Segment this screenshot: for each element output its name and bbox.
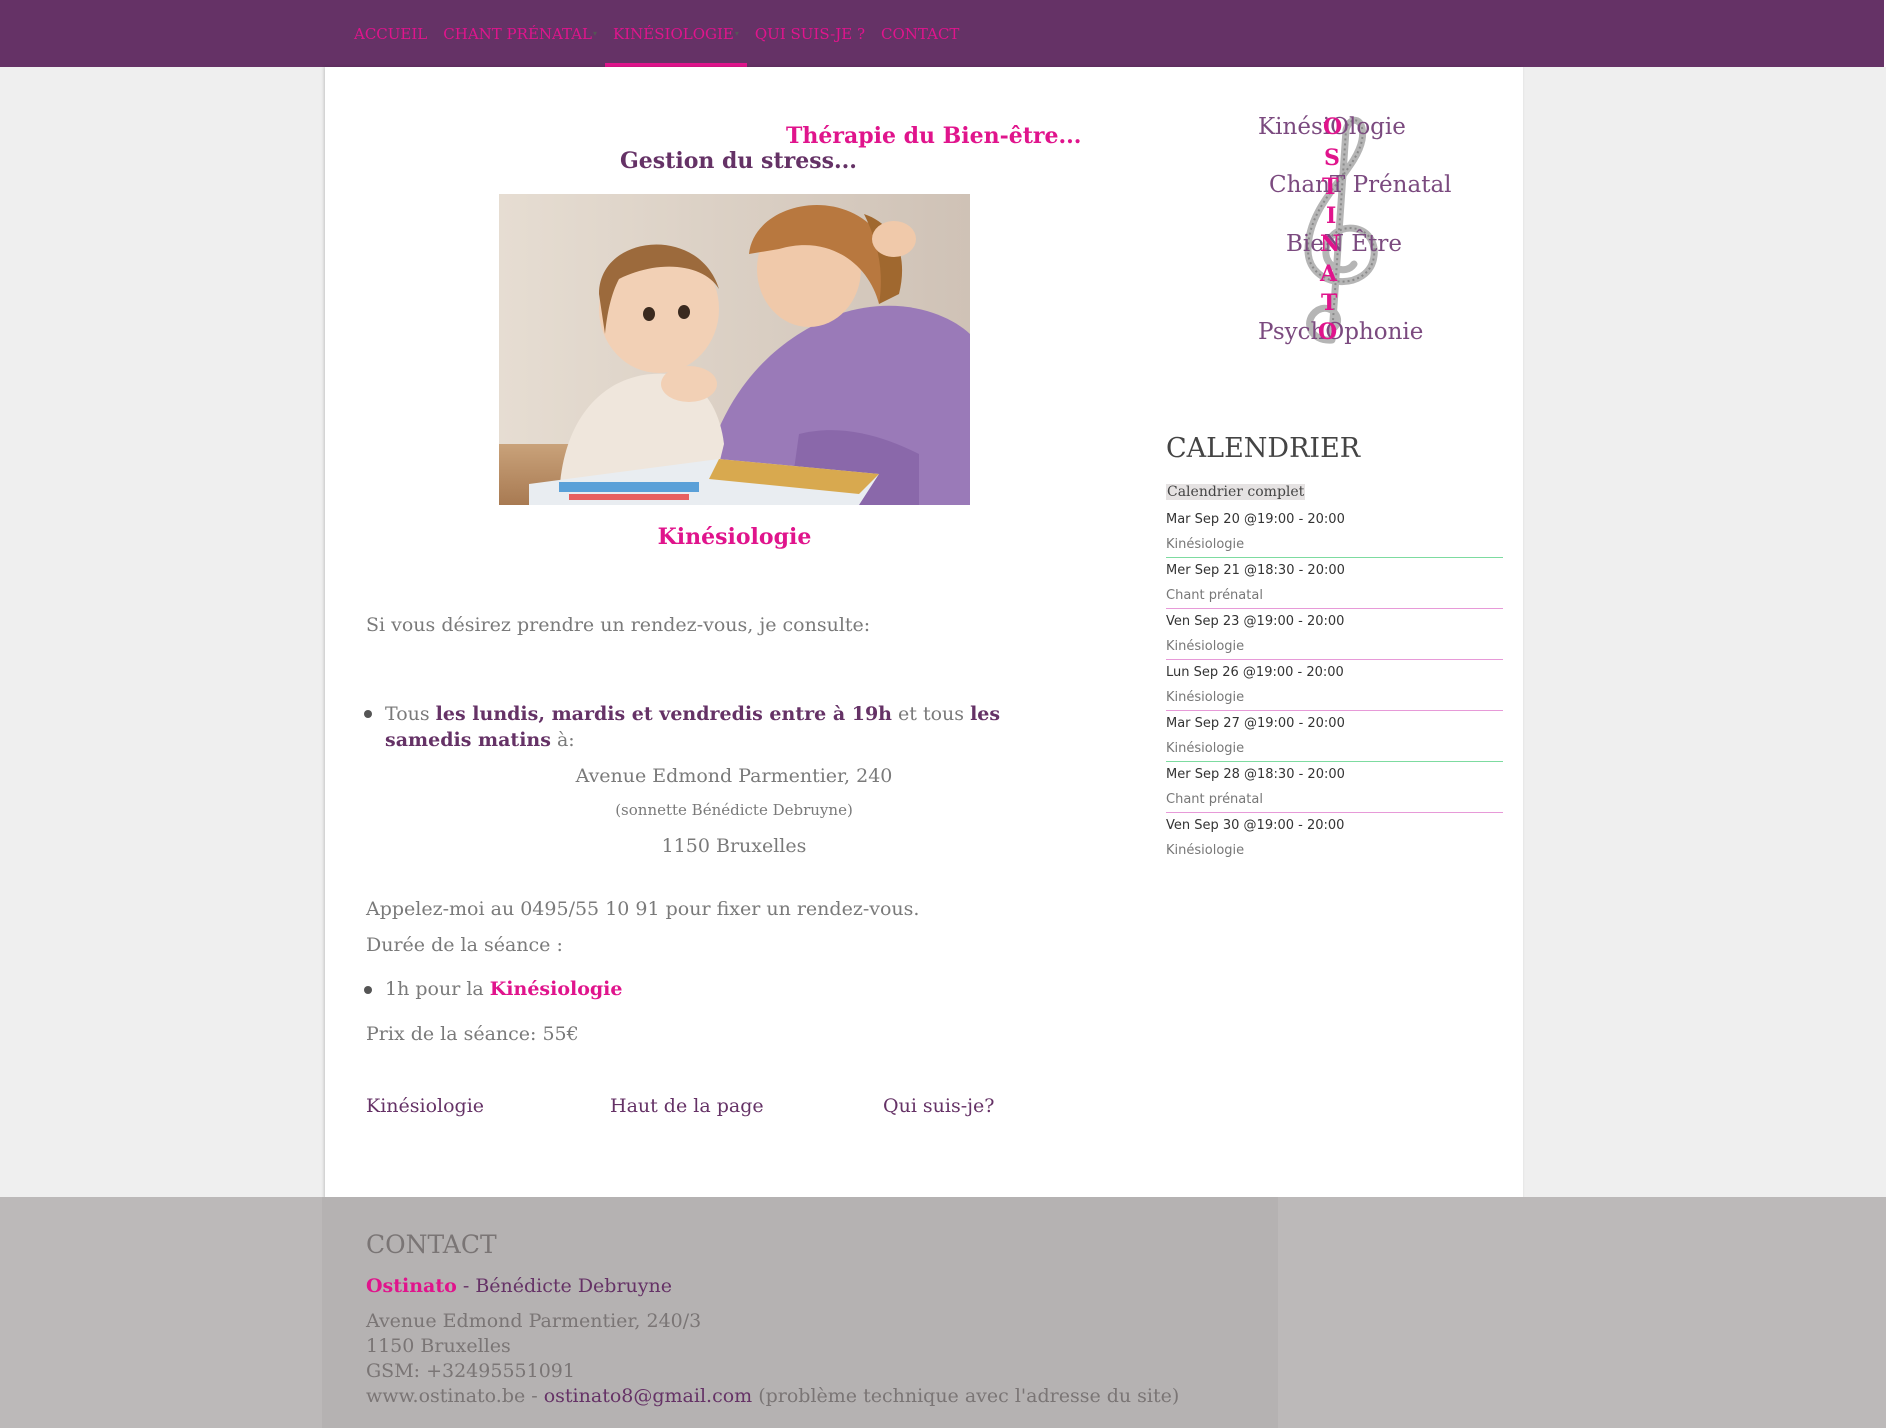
dropdown-caret-icon: ▾ [734, 29, 739, 38]
slogan-therapie: Thérapie du Bien-être... [786, 123, 1082, 149]
logo-letter: T [1322, 174, 1339, 200]
footer-website: www.ostinato.be - [366, 1385, 544, 1407]
calendar-title: CALENDRIER [1166, 433, 1361, 464]
calendar-event-list: Mar Sep 20 @19:00 - 20:00 Kinésiologie M… [1166, 507, 1503, 864]
footer-web-note: (problème technique avec l'adresse du si… [752, 1385, 1180, 1407]
calendar-event[interactable]: Mar Sep 27 @19:00 - 20:00 Kinésiologie [1166, 711, 1503, 762]
duration-kinesiologie: Kinésiologie [489, 978, 623, 1000]
logo-letter: A [1320, 261, 1338, 287]
footer-brand-line: Ostinato - Bénédicte Debruyne [366, 1275, 672, 1297]
nav-item-kinesiologie[interactable]: KINÉSIOLOGIE ▾ [605, 0, 747, 67]
nav-item-qui-suis-je[interactable]: QUI SUIS-JE ? [747, 0, 873, 67]
event-date: Ven Sep 23 @19:00 - 20:00 [1166, 614, 1345, 629]
logo-letter: O [1318, 319, 1338, 345]
event-date: Mer Sep 28 @18:30 - 20:00 [1166, 767, 1345, 782]
logo-letter: O [1323, 114, 1343, 140]
dropdown-caret-icon: ▾ [593, 29, 598, 38]
event-date: Mar Sep 20 @19:00 - 20:00 [1166, 512, 1345, 527]
footer-web-line: www.ostinato.be - ostinato8@gmail.com (p… [366, 1385, 1179, 1407]
nav-item-contact[interactable]: CONTACT [873, 0, 967, 67]
footer-gsm: GSM: +32495551091 [366, 1360, 575, 1382]
nav-item-label: QUI SUIS-JE ? [754, 24, 866, 43]
link-kinesiologie[interactable]: Kinésiologie [366, 1095, 484, 1117]
nav-item-accueil[interactable]: ACCUEIL [346, 0, 435, 67]
duration-item: 1h pour la Kinésiologie [385, 978, 622, 1000]
schedule-middle: et tous [892, 703, 971, 725]
footer-brand-owner: - Bénédicte Debruyne [456, 1275, 672, 1297]
bullet-dot [364, 986, 372, 994]
hero-image [499, 194, 970, 505]
address-doorbell-note: (sonnette Bénédicte Debruyne) [615, 801, 853, 819]
duration-prefix: 1h pour la [385, 978, 490, 1000]
nav-item-label: KINÉSIOLOGIE [613, 24, 734, 43]
intro-text: Si vous désirez prendre un rendez-vous, … [366, 614, 871, 636]
bullet-dot [364, 710, 372, 718]
calendar-event[interactable]: Mar Sep 20 @19:00 - 20:00 Kinésiologie [1166, 507, 1503, 558]
calendar-event[interactable]: Mer Sep 21 @18:30 - 20:00 Chant prénatal [1166, 558, 1503, 609]
event-category: Kinésiologie [1166, 741, 1245, 756]
calendar-event[interactable]: Mer Sep 28 @18:30 - 20:00 Chant prénatal [1166, 762, 1503, 813]
calendar-event[interactable]: Lun Sep 26 @19:00 - 20:00 Kinésiologie [1166, 660, 1503, 711]
event-category: Chant prénatal [1166, 792, 1263, 807]
calendar-event[interactable]: Ven Sep 23 @19:00 - 20:00 Kinésiologie [1166, 609, 1503, 660]
call-to-action-text: Appelez-moi au 0495/55 10 91 pour fixer … [366, 898, 920, 920]
nav-item-label: CONTACT [881, 24, 960, 43]
event-category: Chant prénatal [1166, 588, 1263, 603]
event-date: Mar Sep 27 @19:00 - 20:00 [1166, 716, 1345, 731]
top-navigation-bar: ACCUEIL CHANT PRÉNATAL ▾ KINÉSIOLOGIE ▾ … [0, 0, 1886, 67]
event-category: Kinésiologie [1166, 690, 1245, 705]
event-date: Lun Sep 26 @19:00 - 20:00 [1166, 665, 1344, 680]
event-category: Kinésiologie [1166, 843, 1245, 858]
schedule-suffix: à: [550, 729, 575, 751]
kinesiologie-heading: Kinésiologie [657, 524, 812, 550]
nav-item-label: ACCUEIL [354, 24, 428, 43]
schedule-prefix: Tous [385, 703, 436, 725]
link-qui-suis-je[interactable]: Qui suis-je? [883, 1095, 995, 1117]
ostinato-logo: KinésiOlogie ChanT Prénatal BieN Être Ps… [1250, 110, 1452, 360]
logo-letter: S [1324, 145, 1340, 171]
footer-city: 1150 Bruxelles [366, 1335, 511, 1357]
event-category: Kinésiologie [1166, 537, 1245, 552]
footer-brand-name: Ostinato [366, 1275, 457, 1297]
footer-email-link[interactable]: ostinato8@gmail.com [544, 1385, 752, 1407]
full-calendar-link[interactable]: Calendrier complet [1166, 484, 1306, 500]
event-category: Kinésiologie [1166, 639, 1245, 654]
slogan-gestion-stress: Gestion du stress... [620, 148, 857, 174]
footer-contact-title: CONTACT [366, 1230, 497, 1259]
logo-word-chant-prenatal: ChanT Prénatal [1269, 172, 1452, 198]
logo-letter: I [1326, 203, 1337, 229]
logo-word-bien-etre: BieN Être [1286, 231, 1402, 257]
schedule-weekdays: les lundis, mardis et vendredis entre à … [435, 703, 892, 725]
price-text: Prix de la séance: 55€ [366, 1023, 579, 1045]
consultation-schedule: Tous les lundis, mardis et vendredis ent… [385, 701, 1085, 753]
nav-item-label: CHANT PRÉNATAL [443, 24, 593, 43]
logo-word-psychophonie: PsychOphonie [1258, 319, 1424, 345]
duration-label: Durée de la séance : [366, 934, 563, 956]
link-top-of-page[interactable]: Haut de la page [610, 1095, 764, 1117]
mother-child-illustration [499, 194, 970, 505]
event-date: Mer Sep 21 @18:30 - 20:00 [1166, 563, 1345, 578]
calendar-event[interactable]: Ven Sep 30 @19:00 - 20:00 Kinésiologie [1166, 813, 1503, 864]
footer-address: Avenue Edmond Parmentier, 240/3 [366, 1310, 702, 1332]
nav-item-chant-prenatal[interactable]: CHANT PRÉNATAL ▾ [435, 0, 605, 67]
address-street: Avenue Edmond Parmentier, 240 [575, 765, 893, 787]
event-date: Ven Sep 30 @19:00 - 20:00 [1166, 818, 1345, 833]
logo-letter: N [1320, 231, 1341, 257]
main-menu: ACCUEIL CHANT PRÉNATAL ▾ KINÉSIOLOGIE ▾ … [346, 0, 967, 67]
address-city: 1150 Bruxelles [661, 835, 807, 857]
logo-letter: T [1321, 290, 1338, 316]
